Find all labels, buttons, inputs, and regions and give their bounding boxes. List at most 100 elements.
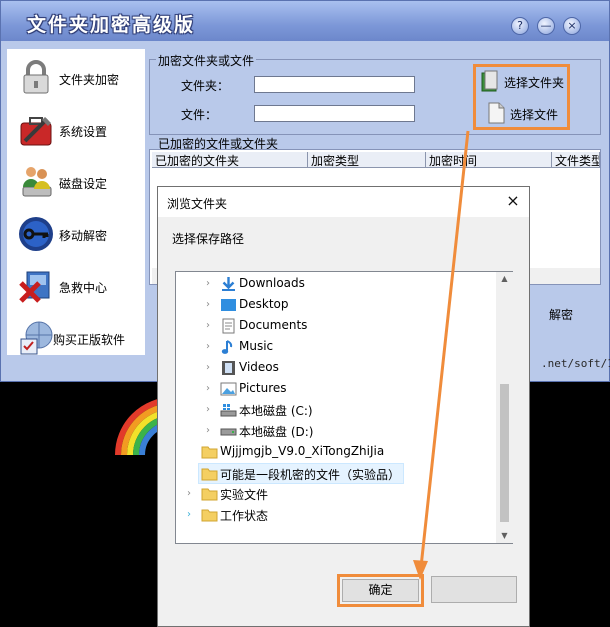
video-film-icon: [222, 361, 235, 375]
folder-label: 文件夹：: [181, 79, 230, 93]
browse-folder-dialog: 浏览文件夹 × 选择保存路径 › Downloads › Desktop › D…: [157, 186, 530, 627]
sidebar-item-system-settings[interactable]: 系统设置: [7, 105, 145, 155]
app-title: 文件夹加密高级版: [27, 14, 196, 36]
tree-item-selected-folder[interactable]: 可能是一段机密的文件（实验品）: [198, 463, 404, 484]
expand-chevron-icon[interactable]: ›: [203, 425, 213, 437]
tree-item-label: Documents: [239, 318, 308, 332]
tree-item-label: 工作状态: [220, 509, 269, 523]
tree-item-drive-d[interactable]: › 本地磁盘 (D:): [176, 421, 496, 442]
tree-item-documents[interactable]: › Documents: [176, 316, 496, 337]
tree-item-pictures[interactable]: › Pictures: [176, 379, 496, 400]
desktop-icon: [221, 299, 236, 311]
users-disk-icon: [22, 167, 52, 197]
tree-vertical-scrollbar[interactable]: ▲ ▼: [496, 272, 513, 543]
drive-icon: [220, 428, 237, 436]
tree-item-folder[interactable]: Wjjjmgjb_V9.0_XiTongZhiJia: [176, 442, 496, 463]
padlock-icon: [23, 60, 49, 94]
highlight-box: 确定: [337, 574, 424, 607]
choose-folder-button[interactable]: 选择文件夹: [480, 69, 568, 93]
expand-chevron-icon[interactable]: ›: [203, 278, 213, 290]
expand-chevron-icon[interactable]: ›: [203, 299, 213, 311]
tree-item-folder[interactable]: › 工作状态: [176, 505, 496, 526]
tree-item-videos[interactable]: › Videos: [176, 358, 496, 379]
column-header[interactable]: 已加密的文件夹: [152, 152, 308, 168]
sidebar-item-label: 购买正版软件: [53, 333, 126, 347]
tree-item-label: Wjjjmgjb_V9.0_XiTongZhiJia: [220, 444, 385, 458]
key-icon: [19, 217, 53, 251]
sidebar-item-buy-software[interactable]: 购买正版软件: [7, 313, 145, 363]
pictures-icon: [220, 382, 237, 396]
tree-item-label: Downloads: [239, 276, 305, 290]
tree-item-label: 本地磁盘 (D:): [239, 425, 314, 439]
file-icon: [488, 102, 505, 124]
choose-file-button[interactable]: 选择文件: [486, 101, 566, 125]
sidebar-item-label: 文件夹加密: [59, 73, 120, 87]
dialog-title: 浏览文件夹: [167, 197, 228, 211]
tree-item-label: 可能是一段机密的文件（实验品）: [220, 468, 401, 482]
folder-icon: [201, 488, 218, 501]
dialog-description: 选择保存路径: [172, 232, 245, 246]
expand-chevron-icon[interactable]: ›: [184, 488, 194, 500]
toolbox-icon: [20, 117, 52, 146]
dialog-close-button[interactable]: ×: [504, 192, 522, 210]
documents-icon: [222, 318, 235, 334]
system-drive-icon: [220, 404, 237, 417]
folder-icon: [201, 446, 218, 459]
tree-item-folder[interactable]: › 实验文件: [176, 484, 496, 505]
cancel-button[interactable]: [431, 576, 517, 603]
scroll-thumb[interactable]: [500, 384, 509, 522]
expand-chevron-icon[interactable]: ›: [203, 404, 213, 416]
tree-item-drive-c[interactable]: › 本地磁盘 (C:): [176, 400, 496, 421]
tree-item-label: Music: [239, 339, 274, 353]
sidebar-item-folder-encrypt[interactable]: 文件夹加密: [7, 53, 145, 103]
scroll-up-icon[interactable]: ▲: [496, 272, 513, 286]
file-path-input[interactable]: [254, 105, 415, 122]
scroll-down-icon[interactable]: ▼: [496, 529, 513, 543]
music-note-icon: [221, 340, 233, 354]
sidebar-item-label: 磁盘设定: [59, 177, 108, 191]
expand-chevron-icon[interactable]: ›: [203, 362, 213, 374]
expand-chevron-icon[interactable]: ›: [203, 383, 213, 395]
minimize-button[interactable]: —: [537, 17, 555, 35]
title-bar[interactable]: 文件夹加密高级版 ? — ×: [1, 1, 609, 41]
choose-folder-label: 选择文件夹: [504, 76, 565, 90]
encrypt-group-legend: 加密文件夹或文件: [156, 52, 257, 69]
tree-item-music[interactable]: › Music: [176, 337, 496, 358]
column-header[interactable]: 文件类型: [552, 152, 600, 168]
help-button[interactable]: ?: [511, 17, 529, 35]
expand-chevron-icon[interactable]: ›: [203, 320, 213, 332]
folder-tree[interactable]: › Downloads › Desktop › Documents › Musi…: [175, 271, 513, 544]
tree-item-desktop[interactable]: › Desktop: [176, 295, 496, 316]
expanded-chevron-icon[interactable]: ›: [184, 509, 194, 521]
tree-item-label: Videos: [239, 360, 279, 374]
url-text: .net/soft/10: [541, 357, 610, 370]
folder-icon: [201, 509, 218, 522]
folder-book-icon: [481, 70, 498, 92]
column-header[interactable]: 加密时间: [426, 152, 552, 168]
sidebar-item-rescue-center[interactable]: 急救中心: [7, 261, 145, 311]
sidebar-item-label: 系统设置: [59, 125, 108, 139]
sidebar-item-label: 急救中心: [59, 281, 108, 295]
file-label: 文件：: [181, 108, 218, 122]
decrypt-button[interactable]: 解密: [549, 306, 573, 323]
tree-item-label: 实验文件: [220, 488, 269, 502]
tree-item-downloads[interactable]: › Downloads: [176, 274, 496, 295]
watermark: [546, 608, 604, 624]
column-header[interactable]: 加密类型: [308, 152, 426, 168]
expand-chevron-icon[interactable]: ›: [203, 341, 213, 353]
download-arrow-icon: [222, 277, 235, 291]
sidebar-item-mobile-decrypt[interactable]: 移动解密: [7, 209, 145, 259]
sidebar: 文件夹加密 系统设置 磁盘设定 移动解密 急救中心 购买正版软件: [7, 49, 145, 355]
globe-cart-icon: [20, 321, 53, 355]
choose-file-label: 选择文件: [510, 108, 559, 122]
tree-item-label: Desktop: [239, 297, 289, 311]
close-button[interactable]: ×: [563, 17, 581, 35]
rescue-icon: [19, 271, 50, 303]
folder-icon: [201, 468, 218, 481]
tree-item-label: 本地磁盘 (C:): [239, 404, 313, 418]
dialog-title-bar[interactable]: 浏览文件夹 ×: [158, 187, 529, 217]
folder-path-input[interactable]: [254, 76, 415, 93]
ok-button[interactable]: 确定: [342, 579, 419, 602]
sidebar-item-disk-settings[interactable]: 磁盘设定: [7, 157, 145, 207]
tree-item-label: Pictures: [239, 381, 287, 395]
